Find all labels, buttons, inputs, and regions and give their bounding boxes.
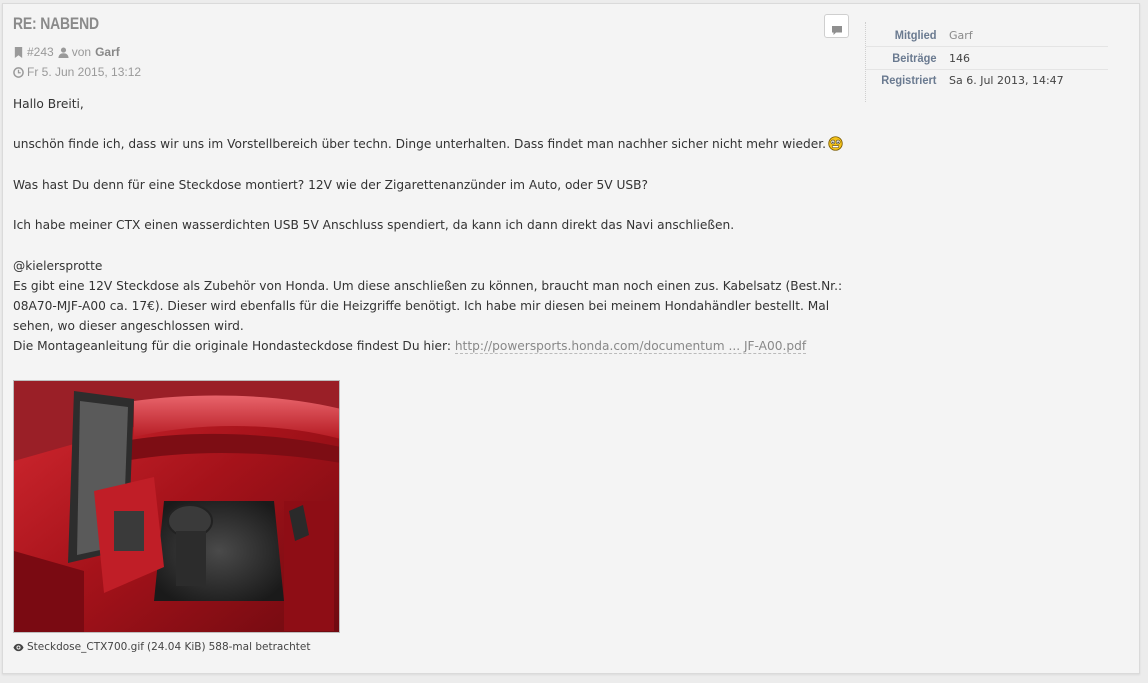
attachment-views: 588-mal betrachtet: [208, 641, 311, 653]
post-date: Fr 5. Jun 2015, 13:12: [27, 65, 142, 79]
profile-row-registered: Registriert Sa 6. Jul 2013, 14:47: [866, 69, 1108, 91]
profile-value-member[interactable]: Garf: [942, 29, 973, 42]
profile-row-member: Mitglied Garf: [866, 24, 1108, 47]
post-number[interactable]: #243: [27, 45, 54, 59]
post-date-line: Fr 5. Jun 2015, 13:12: [13, 65, 141, 79]
mention: @kielersprotte: [13, 258, 103, 273]
profile-row-posts: Beiträge 146: [866, 47, 1108, 70]
quote-icon: [831, 21, 843, 35]
post-meta: #243 von Garf: [13, 45, 120, 59]
profile-label-registered: Registriert: [881, 73, 937, 87]
paragraph-4: Es gibt eine 12V Steckdose als Zubehör v…: [13, 278, 843, 334]
paragraph-3: Ich habe meiner CTX einen wasserdichten …: [13, 218, 735, 233]
paragraph-2: Was hast Du denn für eine Steckdose mont…: [13, 177, 648, 192]
profile-value-posts: 146: [949, 51, 970, 65]
paragraph-5: Die Montageanleitung für die originale H…: [13, 336, 858, 356]
quote-button[interactable]: [824, 14, 849, 38]
by-prefix: von: [71, 45, 92, 59]
post-author[interactable]: Garf: [95, 45, 120, 59]
paragraph-5-text: Die Montageanleitung für die originale H…: [13, 339, 451, 354]
profile-label-posts: Beiträge: [892, 51, 937, 65]
paragraph-1: unschön finde ich, dass wir uns im Vorst…: [13, 134, 858, 154]
profile-label-member: Mitglied: [894, 28, 937, 42]
post-title[interactable]: Re: Nabend: [13, 14, 99, 34]
pdf-link[interactable]: http://powersports.honda.com/documentum …: [454, 339, 807, 355]
post-content: Hallo Breiti, unschön finde ich, dass wi…: [13, 94, 858, 357]
paragraph-1-text: unschön finde ich, dass wir uns im Vorst…: [13, 137, 826, 152]
attachment-image[interactable]: [13, 380, 340, 633]
user-icon: [58, 47, 69, 58]
attachment-caption: Steckdose_CTX700.gif (24.04 KiB) 588-mal…: [13, 641, 310, 653]
bookmark-icon: [13, 46, 24, 58]
paragraph-greeting: Hallo Breiti,: [13, 97, 84, 111]
eye-icon: [13, 642, 24, 653]
smiley-icon: [828, 136, 843, 152]
clock-icon: [13, 66, 24, 78]
attachment-size: (24.04 KiB): [146, 641, 206, 653]
profile-value-registered: Sa 6. Jul 2013, 14:47: [949, 73, 1064, 87]
attachment-filename[interactable]: Steckdose_CTX700.gif: [27, 641, 144, 653]
post-container: Re: Nabend #243 von Garf Fr 5. Jun 2015,…: [2, 3, 1140, 674]
author-profile: Mitglied Garf Beiträge 146 Registriert S…: [865, 22, 1110, 102]
